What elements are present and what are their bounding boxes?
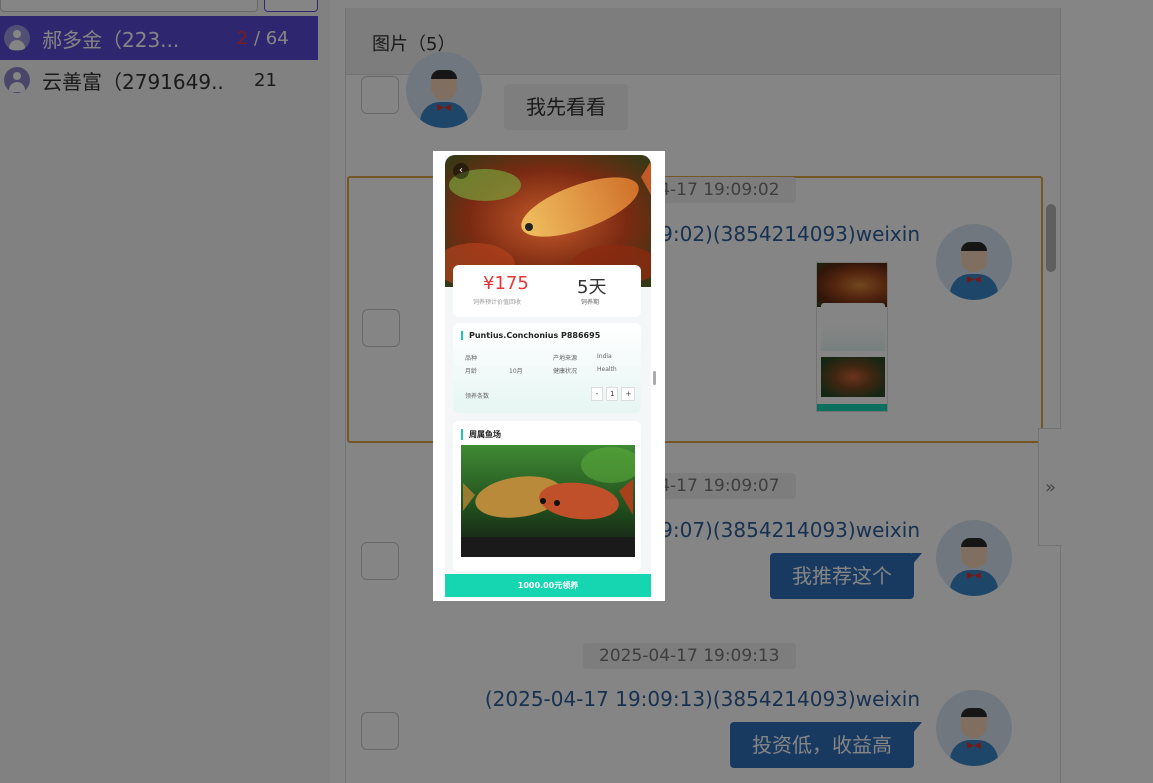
breed-label: 品种 xyxy=(465,355,478,362)
quantity-stepper: - 1 + xyxy=(591,387,641,401)
price: ¥175 xyxy=(483,273,529,294)
count-label: 领养条数 xyxy=(465,393,490,400)
origin-label: 产地来源 xyxy=(553,355,578,362)
fish-tank-photo xyxy=(461,445,635,557)
age-label: 月龄 xyxy=(465,368,478,375)
farm-title: 周属鱼场 xyxy=(461,429,501,440)
days: 5天 xyxy=(577,277,607,298)
image-preview[interactable]: ‹ ¥175 饲养预计价值回收 5天 饲养期 Puntius.Conchoniu… xyxy=(433,151,665,601)
age-value: 10月 xyxy=(509,368,523,375)
adopt-button: 1000.00元领养 xyxy=(445,574,651,597)
back-icon: ‹ xyxy=(453,163,469,179)
fish-info-card: Puntius.Conchonius P886695 品种 产地来源 India… xyxy=(453,323,641,413)
quantity-value: 1 xyxy=(606,387,619,401)
fish-title: Puntius.Conchonius P886695 xyxy=(461,331,600,340)
preview-screenshot: ‹ ¥175 饲养预计价值回收 5天 饲养期 Puntius.Conchoniu… xyxy=(445,155,651,597)
farm-photo-card: 周属鱼场 xyxy=(453,421,641,571)
price-card: ¥175 饲养预计价值回收 5天 饲养期 xyxy=(453,265,641,317)
health-label: 健康状况 xyxy=(553,368,578,375)
minus-icon: - xyxy=(591,387,603,401)
plus-icon: + xyxy=(621,387,636,401)
preview-scrollbar xyxy=(653,371,656,385)
price-caption: 饲养预计价值回收 xyxy=(473,299,522,306)
health-value: Health xyxy=(597,366,617,373)
days-caption: 饲养期 xyxy=(581,299,600,306)
origin-value: India xyxy=(597,353,612,360)
